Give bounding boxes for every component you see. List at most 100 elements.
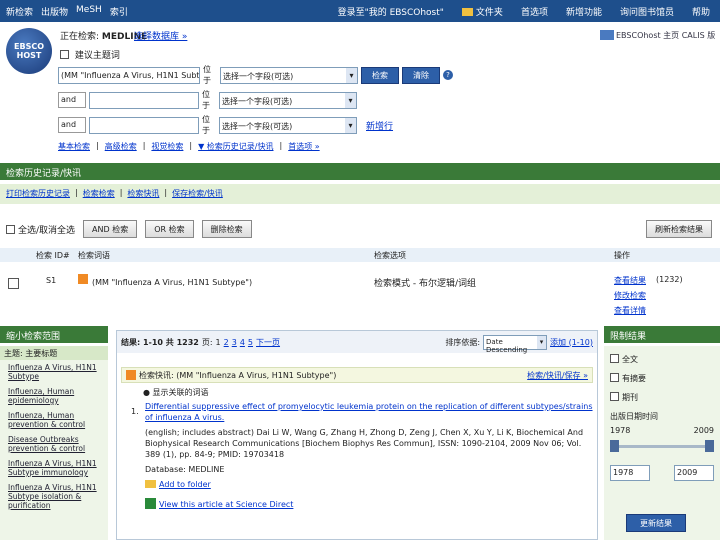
sort-select[interactable]: Date Descending — [483, 334, 548, 354]
and-search-button[interactable]: AND 检索 — [83, 220, 138, 238]
col-term: 检索词语 — [78, 250, 110, 260]
basic-search-link[interactable]: 基本检索 — [58, 141, 90, 152]
history-header: 检索历史记录/快讯 — [0, 163, 720, 180]
search-term-2[interactable] — [89, 91, 199, 109]
search-alert-box: 检索快讯: (MM "Influenza A Virus, H1N1 Subty… — [121, 367, 593, 383]
science-direct[interactable]: View this article at Science Direct — [145, 498, 593, 510]
year-min-input[interactable]: 1978 — [610, 465, 650, 481]
refine-subhead[interactable]: 主题: 主要标题 — [0, 346, 108, 360]
refine-item[interactable]: Influenza, Human epidemiology — [0, 384, 108, 408]
col-option: 检索选项 — [374, 250, 406, 260]
suggest-terms[interactable]: 建议主题词 — [60, 48, 120, 61]
limit-abstract[interactable]: 有摘要 — [610, 373, 714, 384]
field-select-2[interactable]: 选择一个字段(可选) — [219, 91, 357, 109]
row-checkbox[interactable] — [8, 278, 19, 289]
rss-icon[interactable] — [78, 274, 88, 284]
add-to-folder[interactable]: Add to folder — [145, 479, 593, 490]
year-min-label: 1978 — [610, 426, 631, 435]
add-row-link[interactable]: 新增行 — [366, 119, 393, 132]
print-history-link[interactable]: 打印检索历史记录 — [6, 188, 70, 200]
nav-publications[interactable]: 出版物 — [41, 5, 68, 18]
page-5[interactable]: 5 — [248, 338, 253, 347]
nav-index[interactable]: 索引 — [110, 5, 128, 18]
nav-mesh[interactable]: MeSH — [76, 5, 102, 18]
nav-login[interactable]: 登录至"我的 EBSCOhost" — [338, 5, 444, 18]
add-range-link[interactable]: 添加 (1-10) — [550, 337, 593, 348]
view-results-link[interactable]: 查看结果 — [614, 275, 646, 286]
slider-max-handle[interactable] — [705, 440, 714, 452]
row-id: S1 — [46, 276, 57, 285]
sort-control: 排序依据: Date Descending 添加 (1-10) — [445, 334, 593, 354]
page-3[interactable]: 3 — [232, 338, 237, 347]
fulltext-checkbox[interactable] — [610, 354, 619, 363]
bool-select-2[interactable]: and — [58, 92, 86, 108]
limit-panel: 全文 有摘要 期刊 出版日期时间 1978 2009 1978 2009 更新结… — [604, 346, 720, 540]
retrieve-search-link[interactable]: 检索检索 — [83, 188, 115, 200]
rss-icon[interactable] — [126, 370, 136, 380]
refine-item[interactable]: Influenza A Virus, H1N1 Subtype — [0, 360, 108, 384]
select-all[interactable]: 全选/取消全选 — [6, 223, 75, 236]
update-results-button[interactable]: 更新结果 — [626, 514, 686, 532]
row-term: (MM "Influenza A Virus, H1N1 Subtype") — [92, 278, 253, 287]
refine-panel: 主题: 主要标题 Influenza A Virus, H1N1 Subtype… — [0, 346, 108, 540]
result-item: 1. Differential suppressive effect of pr… — [117, 398, 597, 510]
nav-folder[interactable]: 文件夹 — [461, 5, 503, 18]
nav-preferences[interactable]: 首选项 — [521, 5, 548, 18]
refine-header: 缩小检索范围 — [0, 326, 108, 343]
retrieve-alert-link[interactable]: 检索快讯 — [127, 188, 159, 200]
clear-button[interactable]: 清除 — [402, 66, 440, 84]
ebsco-logo[interactable]: EBSCO HOST — [6, 28, 52, 74]
date-slider[interactable] — [610, 439, 714, 453]
refine-item[interactable]: Influenza, Human prevention & control — [0, 408, 108, 432]
history-toggle-link[interactable]: ▼ 检索历史记录/快讯 — [198, 141, 273, 152]
nav-new-features[interactable]: 新增功能 — [566, 5, 602, 18]
field-select-3[interactable]: 选择一个字段(可选) — [219, 116, 357, 134]
refine-item[interactable]: Influenza A Virus, H1N1 Subtype immunolo… — [0, 456, 108, 480]
nav-ask-librarian[interactable]: 询问图书馆员 — [620, 5, 674, 18]
journal-checkbox[interactable] — [610, 392, 619, 401]
refresh-results-button[interactable]: 刷新检索结果 — [646, 220, 712, 238]
choose-db-link[interactable]: 选择数据库 » — [134, 29, 187, 42]
search-term-3[interactable] — [89, 116, 199, 134]
year-max-input[interactable]: 2009 — [674, 465, 714, 481]
view-details-link[interactable]: 查看详情 — [614, 305, 646, 316]
save-search-link[interactable]: 保存检索/快讯 — [172, 188, 223, 200]
result-database: Database: MEDLINE — [145, 465, 225, 474]
limit-journal[interactable]: 期刊 — [610, 392, 714, 403]
limit-fulltext[interactable]: 全文 — [610, 354, 714, 365]
promo-icon — [600, 30, 614, 40]
ebsco-promo[interactable]: EBSCOhost 主页 CALIS 版 — [600, 30, 715, 41]
select-all-checkbox[interactable] — [6, 224, 15, 234]
bool-select-3[interactable]: and — [58, 117, 86, 133]
refine-item[interactable]: Disease Outbreaks prevention & control — [0, 432, 108, 456]
slider-min-handle[interactable] — [610, 440, 619, 452]
nav-new-search[interactable]: 新检索 — [6, 5, 33, 18]
science-direct-icon — [145, 498, 156, 509]
history-table-header: 检索 ID# 检索词语 检索选项 操作 — [0, 248, 720, 262]
field-select-1[interactable]: 选择一个字段(可选) — [220, 66, 358, 84]
modify-search-link[interactable]: 修改检索 — [614, 290, 646, 301]
folder-icon — [461, 7, 473, 16]
help-icon[interactable]: ? — [443, 70, 453, 80]
search-term-1[interactable]: (MM "Influenza A Virus, H1N1 Subtype") — [58, 66, 200, 84]
search-row-1: (MM "Influenza A Virus, H1N1 Subtype") 位… — [58, 64, 453, 86]
top-nav: 新检索 出版物 MeSH 索引 登录至"我的 EBSCOhost" 文件夹 首选… — [0, 0, 720, 22]
page-4[interactable]: 4 — [240, 338, 245, 347]
advanced-search-link[interactable]: 高级检索 — [105, 141, 137, 152]
related-terms[interactable]: ● 显示关联的词语 — [117, 383, 597, 398]
suggest-checkbox[interactable] — [60, 50, 69, 59]
page-2[interactable]: 2 — [224, 338, 229, 347]
result-title-link[interactable]: Differential suppressive effect of promy… — [145, 401, 593, 423]
visual-search-link[interactable]: 视觉检索 — [151, 141, 183, 152]
col-id: 检索 ID# — [36, 250, 70, 260]
preferences-link[interactable]: 首选项 » — [288, 141, 319, 152]
nav-help[interactable]: 帮助 — [692, 5, 710, 18]
delete-search-button[interactable]: 删除检索 — [201, 220, 252, 238]
next-page-link[interactable]: 下一页 — [256, 337, 280, 348]
abstract-checkbox[interactable] — [610, 373, 619, 382]
alert-save-link[interactable]: 检索/快讯/保存 » — [527, 370, 588, 381]
history-links: 打印检索历史记录 | 检索检索 | 检索快讯 | 保存检索/快讯 — [0, 184, 720, 204]
search-button[interactable]: 检索 — [361, 66, 399, 84]
or-search-button[interactable]: OR 检索 — [145, 220, 194, 238]
refine-item[interactable]: Influenza A Virus, H1N1 Subtype isolatio… — [0, 480, 108, 513]
